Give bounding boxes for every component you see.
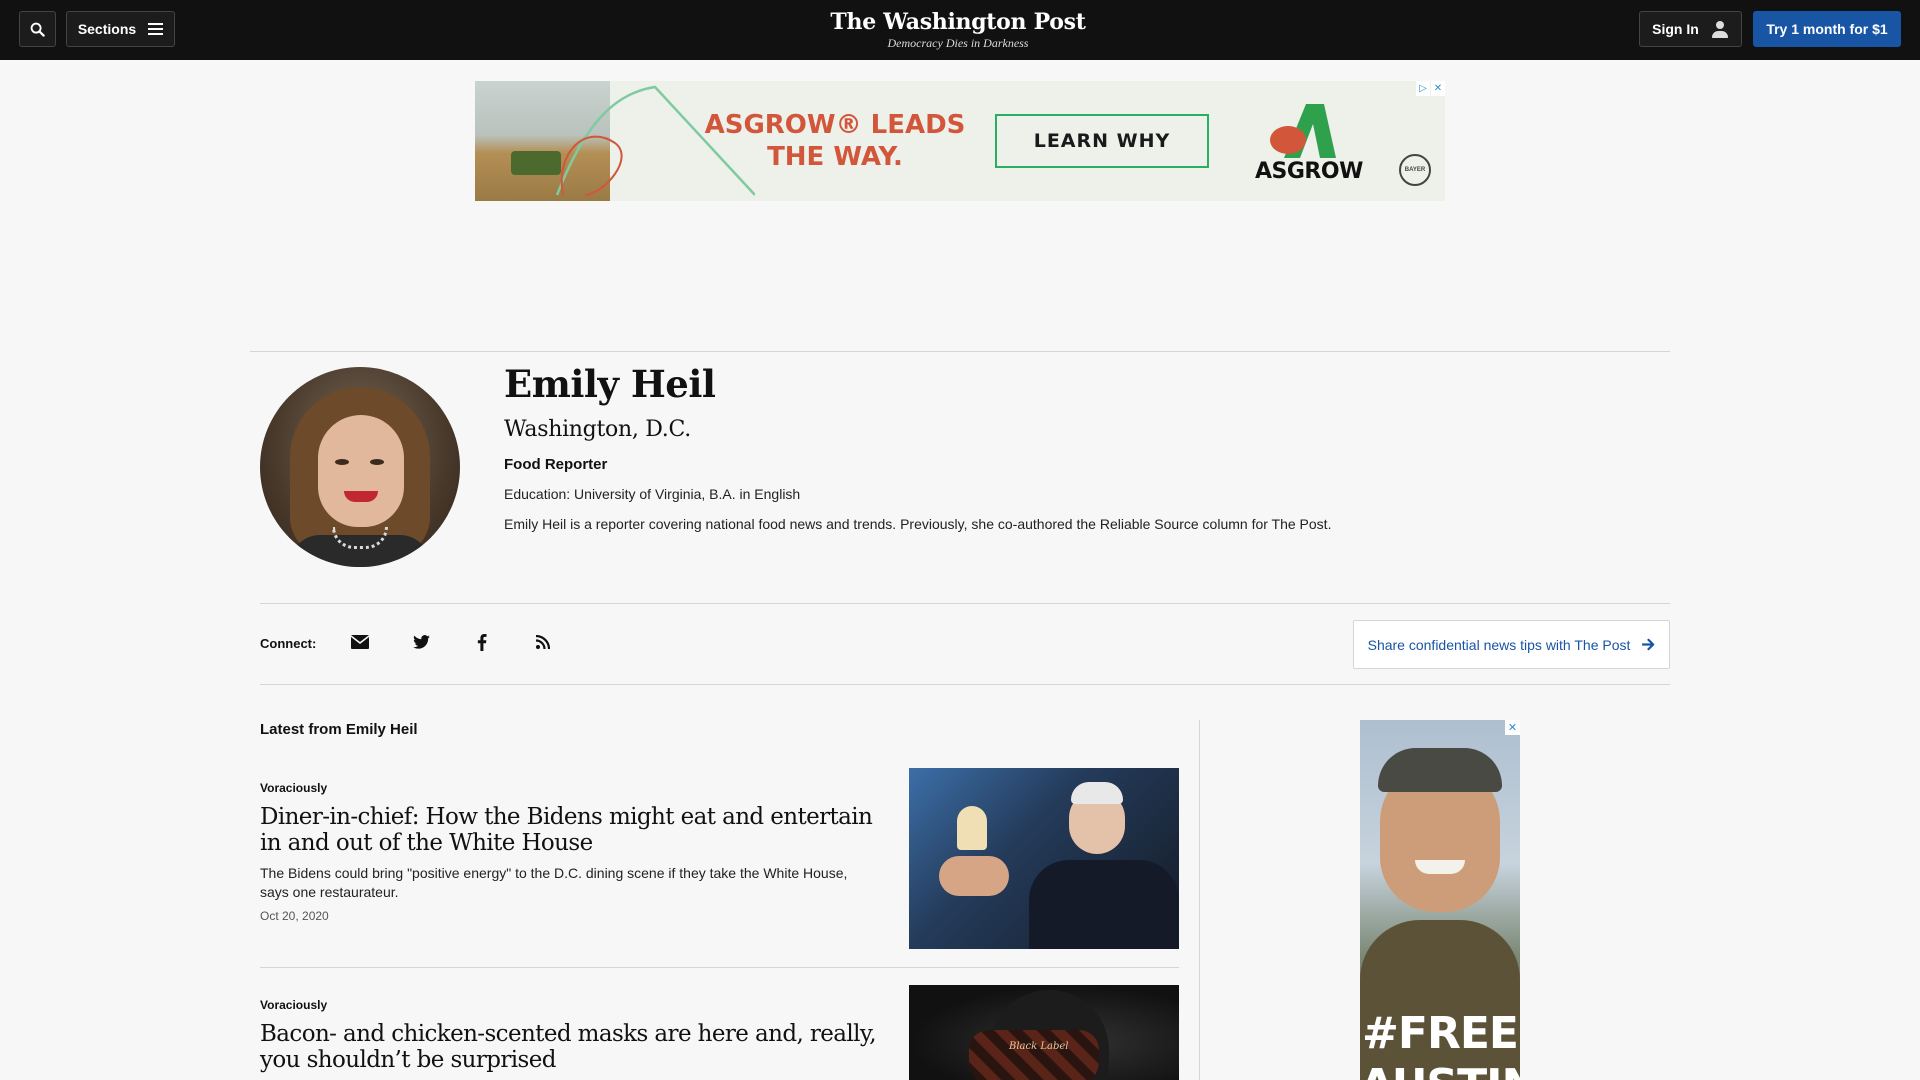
author-job-title: Food Reporter — [504, 456, 608, 473]
bayer-logo-icon: BAYER — [1399, 154, 1431, 186]
facebook-button[interactable] — [470, 630, 494, 654]
rss-feed-button[interactable] — [531, 630, 555, 654]
story-image[interactable] — [909, 768, 1179, 949]
author-avatar — [260, 367, 460, 567]
ad-choices[interactable]: ▷ ✕ — [1416, 81, 1445, 96]
top-navigation-bar: Sections The Washington Post Democracy D… — [0, 0, 1920, 60]
subscribe-button[interactable]: Try 1 month for $1 — [1753, 11, 1901, 47]
mask-brand-label: Black Label — [1009, 1041, 1069, 1052]
author-location: Washington, D.C. — [504, 417, 691, 442]
divider — [260, 603, 1670, 604]
divider — [250, 351, 1670, 352]
ad-close-icon[interactable]: ✕ — [1505, 720, 1520, 735]
story-kicker[interactable]: Voraciously — [260, 998, 327, 1012]
author-name: Emily Heil — [504, 362, 716, 406]
ad-learn-why-button[interactable]: LEARN WHY — [995, 114, 1209, 168]
sidebar-ad[interactable]: #FREE AUSTIN ✕ — [1360, 720, 1520, 1080]
author-bio: Emily Heil is a reporter covering nation… — [504, 516, 1332, 532]
arrow-right-icon — [1642, 638, 1655, 651]
twitter-icon — [412, 635, 430, 649]
story-headline[interactable]: Diner-in-chief: How the Bidens might eat… — [260, 804, 880, 856]
column-divider — [1199, 720, 1200, 1080]
person-icon — [1711, 20, 1729, 38]
story-date: Oct 20, 2020 — [260, 909, 329, 923]
asgrow-logo-icon — [1270, 104, 1336, 158]
brand-tagline: Democracy Dies in Darkness — [887, 36, 1029, 50]
brand-logo[interactable]: The Washington Post — [0, 9, 1916, 35]
connect-label: Connect: — [260, 636, 317, 651]
adchoices-icon[interactable]: ▷ — [1416, 81, 1430, 96]
story-kicker[interactable]: Voraciously — [260, 781, 327, 795]
ad-brand-name: ASGROW — [1255, 159, 1363, 184]
story-headline[interactable]: Bacon- and chicken-scented masks are her… — [260, 1021, 880, 1073]
news-tips-button[interactable]: Share confidential news tips with The Po… — [1353, 620, 1670, 669]
email-icon — [351, 635, 369, 649]
facebook-icon — [477, 633, 487, 651]
twitter-button[interactable] — [409, 630, 433, 654]
sign-in-label: Sign In — [1652, 21, 1699, 37]
ad-headline: ASGROW® LEADS THE WAY. — [704, 110, 966, 172]
latest-stories-heading: Latest from Emily Heil — [260, 721, 418, 738]
author-education: Education: University of Virginia, B.A. … — [504, 486, 801, 502]
ad-text-line1: #FREE — [1362, 1008, 1519, 1059]
news-tips-label: Share confidential news tips with The Po… — [1367, 636, 1631, 653]
divider — [260, 967, 1179, 968]
rss-icon — [536, 635, 550, 649]
sign-in-button[interactable]: Sign In — [1639, 11, 1742, 47]
ad-close-icon[interactable]: ✕ — [1431, 81, 1445, 96]
story-image[interactable]: Black Label — [909, 985, 1179, 1080]
masthead[interactable]: The Washington Post Democracy Dies in Da… — [0, 9, 1916, 51]
ad-text-line2: AUSTIN — [1360, 1060, 1520, 1080]
divider — [260, 684, 1670, 685]
story-blurb: The Bidens could bring "positive energy"… — [260, 865, 848, 900]
banner-ad[interactable]: ASGROW® LEADS THE WAY. LEARN WHY ASGROW … — [475, 81, 1445, 201]
email-author-button[interactable] — [348, 630, 372, 654]
